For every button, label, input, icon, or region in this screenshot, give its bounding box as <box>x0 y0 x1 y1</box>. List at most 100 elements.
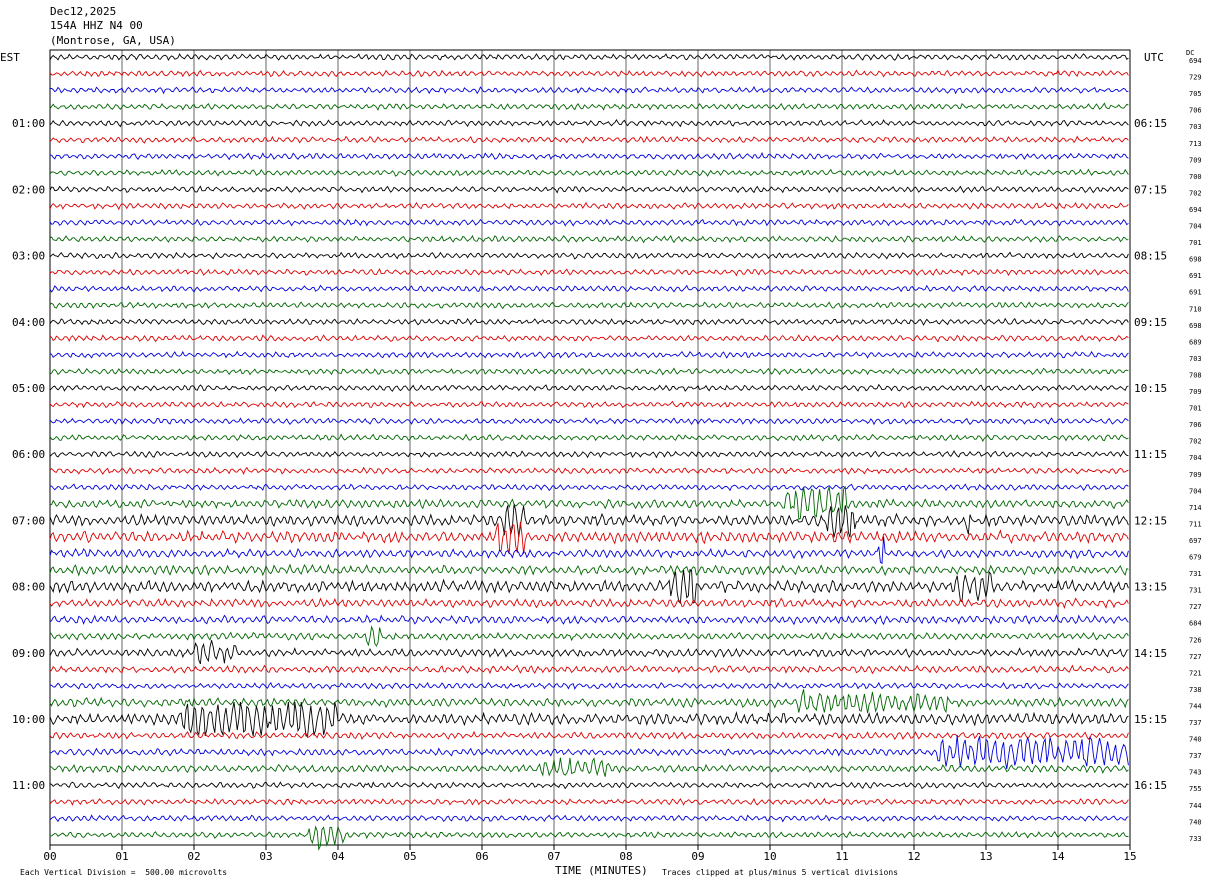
left-hour-label: 05:00 <box>12 382 45 395</box>
dc-offset-label: 731 <box>1189 587 1202 595</box>
trace-line <box>49 625 1129 647</box>
dc-offset-label: 706 <box>1189 421 1202 429</box>
trace-line <box>49 417 1129 426</box>
trace-line <box>49 597 1129 610</box>
trace-line <box>49 735 1129 770</box>
trace-line <box>49 814 1129 823</box>
x-tick-label: 09 <box>691 850 704 863</box>
dc-offset-label: 694 <box>1189 57 1202 65</box>
trace-line <box>49 367 1129 376</box>
dc-offset-labels: 694 729 705 706 703 713 709 700 702 694 704 701 698 6… <box>1189 57 1202 843</box>
trace-line <box>49 757 1129 777</box>
dc-offset-label: 733 <box>1189 835 1202 843</box>
dc-offset-label: 721 <box>1189 669 1202 677</box>
x-tick-label: 14 <box>1051 850 1065 863</box>
right-hour-label: 15:15 <box>1134 713 1167 726</box>
right-hour-label: 09:15 <box>1134 316 1167 329</box>
left-hour-label: 09:00 <box>12 647 45 660</box>
dc-offset-label: 697 <box>1189 537 1202 545</box>
dc-offset-label: 684 <box>1189 620 1202 628</box>
trace-line <box>49 86 1129 95</box>
dc-offset-label: 706 <box>1189 107 1202 115</box>
dc-offset-label: 738 <box>1189 686 1202 694</box>
right-hour-label: 16:15 <box>1134 779 1167 792</box>
x-tick-label: 12 <box>907 850 920 863</box>
trace-line <box>49 664 1129 675</box>
x-tick-label: 03 <box>259 850 272 863</box>
trace-line <box>49 151 1129 161</box>
dc-offset-label: 710 <box>1189 305 1202 313</box>
seismic-traces <box>49 53 1129 852</box>
footer-clip-note: Traces clipped at plus/minus 5 vertical … <box>662 868 899 877</box>
hour-labels: 01:00 02:00 03:00 04:00 05:00 06:00 07:00 08:00… <box>12 117 1167 792</box>
trace-line <box>49 102 1129 111</box>
right-hour-label: 07:15 <box>1134 183 1167 196</box>
trace-line <box>49 825 1129 852</box>
right-hour-label: 13:15 <box>1134 581 1167 594</box>
trace-line <box>49 201 1129 211</box>
dc-offset-label: 711 <box>1189 520 1202 528</box>
dc-offset-label: 703 <box>1189 355 1202 363</box>
dc-offset-label: 705 <box>1189 90 1202 98</box>
trace-line <box>49 383 1129 392</box>
dc-offset-label: 702 <box>1189 189 1202 197</box>
dc-offset-label: 689 <box>1189 338 1202 346</box>
trace-line <box>49 168 1129 177</box>
x-tick-label: 04 <box>331 850 345 863</box>
plot-frame <box>49 49 1131 846</box>
left-hour-label: 07:00 <box>12 514 45 527</box>
trace-line <box>49 483 1129 492</box>
left-hour-label: 04:00 <box>12 316 45 329</box>
dc-offset-label: 714 <box>1189 504 1202 512</box>
dc-offset-label: 729 <box>1189 74 1202 82</box>
trace-line <box>49 466 1129 476</box>
x-tick-label: 13 <box>979 850 992 863</box>
x-tick-label: 06 <box>475 850 488 863</box>
trace-line <box>50 485 1129 520</box>
right-hour-label: 06:15 <box>1134 117 1167 130</box>
trace-line <box>49 334 1129 343</box>
dc-offset-label: 740 <box>1189 818 1202 826</box>
x-tick-label: 15 <box>1123 850 1136 863</box>
x-tick-label: 08 <box>619 850 632 863</box>
trace-line <box>49 568 1129 605</box>
trace-line <box>49 268 1129 277</box>
dc-offset-label: 709 <box>1189 156 1202 164</box>
left-hour-label: 10:00 <box>12 713 45 726</box>
dc-offset-label: 700 <box>1189 173 1202 181</box>
trace-line <box>49 69 1129 78</box>
dc-offset-label: 743 <box>1189 769 1202 777</box>
dc-offset-label: 713 <box>1189 140 1202 148</box>
footer-scale-note: Each Vertical Division = 500.00 microvol… <box>20 868 228 877</box>
trace-line <box>49 234 1129 244</box>
left-hour-label: 03:00 <box>12 250 45 263</box>
dc-offset-label: 727 <box>1189 603 1202 611</box>
dc-offset-label: 703 <box>1189 123 1202 131</box>
dc-offset-label: 744 <box>1189 702 1202 710</box>
dc-offset-label: 709 <box>1189 388 1202 396</box>
dc-offset-label: 698 <box>1189 322 1202 330</box>
left-hour-label: 01:00 <box>12 117 45 130</box>
trace-line <box>49 433 1129 442</box>
dc-offset-label: 701 <box>1189 405 1202 413</box>
dc-offset-label: 701 <box>1189 239 1202 247</box>
trace-line <box>49 53 1129 61</box>
trace-line <box>49 450 1129 459</box>
trace-line <box>49 640 1129 665</box>
dc-offset-label: 727 <box>1189 653 1202 661</box>
dc-offset-label: 726 <box>1189 636 1202 644</box>
left-hour-label: 08:00 <box>12 581 45 594</box>
left-hour-label: 11:00 <box>12 779 45 792</box>
trace-line <box>49 350 1129 359</box>
plot-grid <box>49 49 1131 846</box>
x-tick-label: 02 <box>187 850 200 863</box>
dc-offset-label: 740 <box>1189 736 1202 744</box>
x-axis-title: TIME (MINUTES) <box>555 864 648 877</box>
helicorder-plot: 01:00 02:00 03:00 04:00 05:00 06:00 07:00 08:00… <box>12 49 1202 863</box>
dc-offset-label: 679 <box>1189 554 1202 562</box>
trace-line <box>49 400 1129 409</box>
trace-line <box>49 119 1129 128</box>
trace-line <box>49 301 1129 310</box>
dc-offset-label: 737 <box>1189 752 1202 760</box>
dc-offset-label: 737 <box>1189 719 1202 727</box>
